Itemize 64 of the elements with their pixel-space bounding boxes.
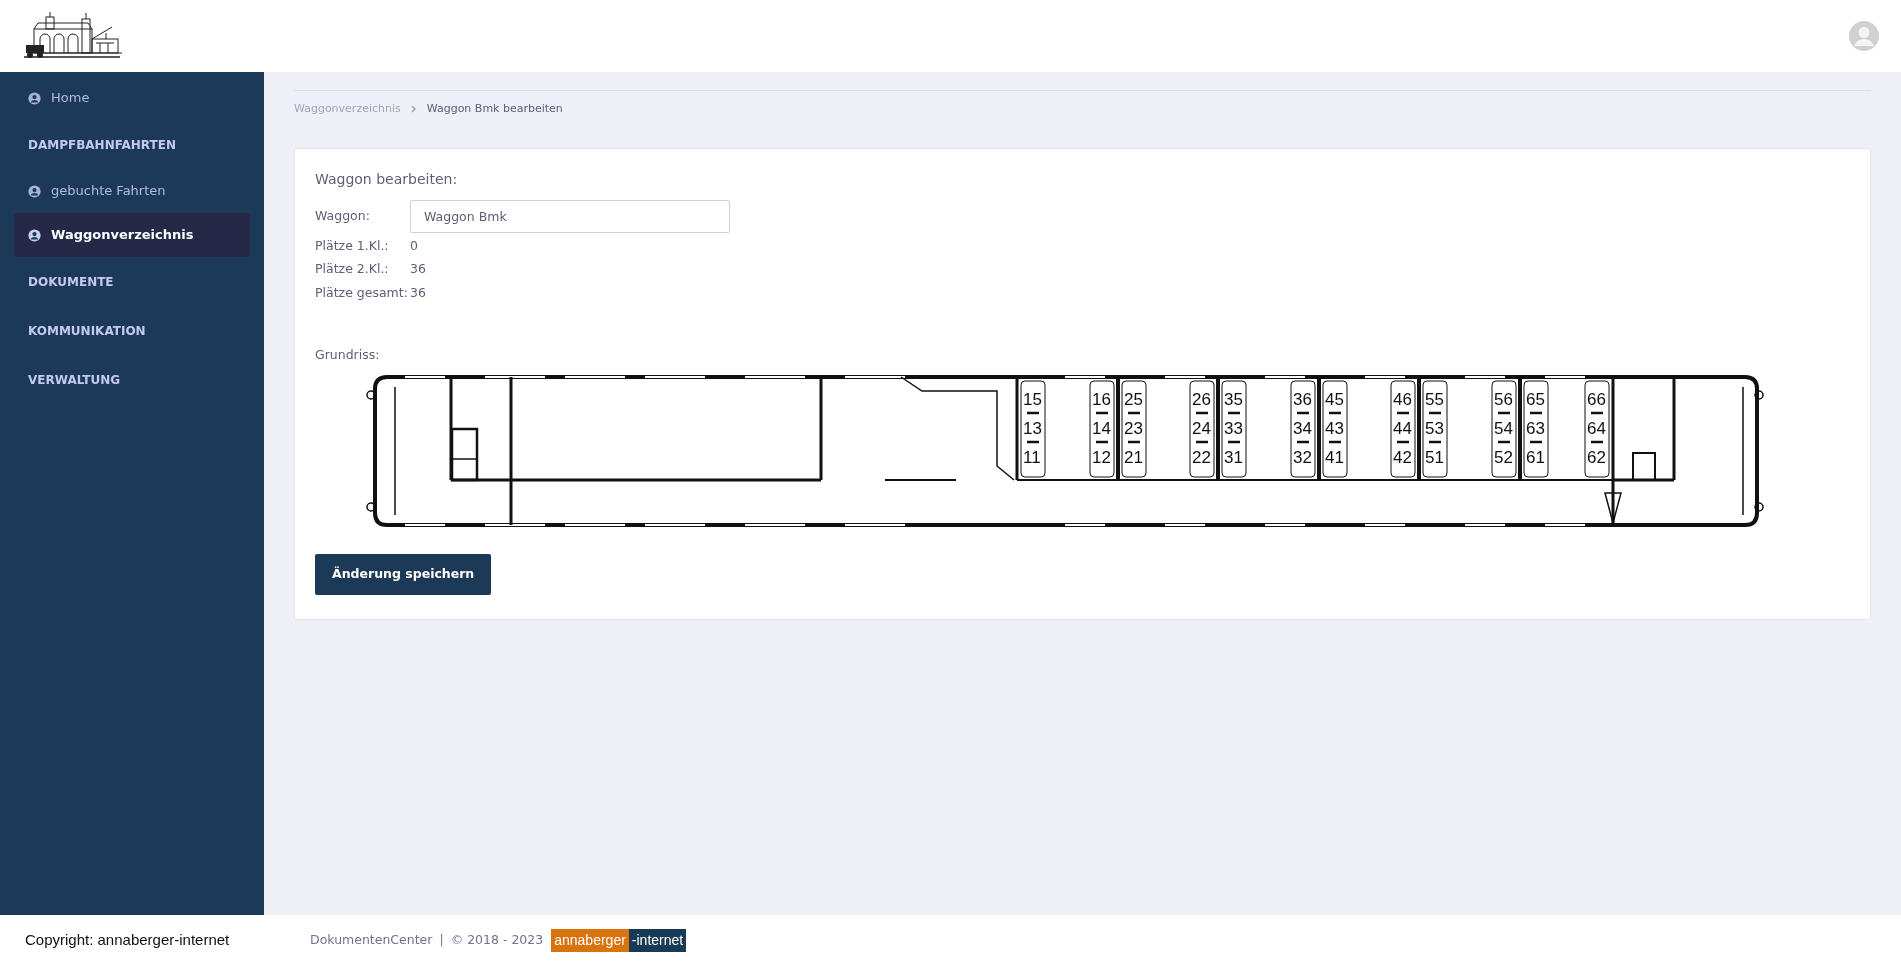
sidebar-section[interactable]: VERWALTUNG (14, 355, 250, 404)
copyright-text: Copyright: annaberger-internet (24, 930, 231, 951)
seat-number: 15 (1023, 389, 1042, 409)
seat-number: 62 (1587, 447, 1606, 467)
seat-number: 54 (1494, 418, 1513, 438)
stat-label: Plätze 2.Kl.: (315, 260, 390, 279)
section-label: Grundriss: (315, 345, 381, 364)
seat-number: 41 (1325, 447, 1344, 467)
seat-number: 43 (1325, 418, 1344, 438)
breadcrumb-current: Waggon Bmk bearbeiten (426, 101, 563, 117)
seat-number: 42 (1393, 447, 1412, 467)
seat-number: 64 (1587, 418, 1606, 438)
seat-number: 56 (1494, 389, 1513, 409)
seat-number: 33 (1224, 418, 1243, 438)
stat-label: Plätze 1.Kl.: (315, 236, 390, 255)
seat-number: 55 (1425, 389, 1444, 409)
seat-number: 26 (1192, 389, 1211, 409)
chevron-right-icon (410, 105, 417, 114)
footer-separator: | (439, 931, 444, 950)
sidebar-item[interactable]: gebuchte Fahrten (14, 169, 250, 213)
user-icon (28, 228, 41, 242)
seat-number: 52 (1494, 447, 1513, 467)
seat-number: 25 (1124, 389, 1143, 409)
seat-number: 12 (1092, 447, 1111, 467)
seat-number: 51 (1425, 447, 1444, 467)
seat-number: 14 (1092, 418, 1111, 438)
seat-number: 32 (1293, 447, 1312, 467)
sidebar-item[interactable]: Waggonverzeichnis (14, 213, 250, 257)
stat-value: 36 (410, 260, 426, 279)
seat-number: 34 (1293, 418, 1312, 438)
field-label: Waggon: (315, 206, 371, 225)
seat-number: 24 (1192, 418, 1211, 438)
seat-number: 45 (1325, 389, 1344, 409)
sidebar-item[interactable]: Home (14, 76, 250, 120)
user-icon (28, 91, 41, 105)
seat-number: 31 (1224, 447, 1243, 467)
seat-number: 11 (1023, 447, 1041, 467)
seat-number: 21 (1124, 447, 1143, 467)
seat-number: 23 (1124, 418, 1143, 438)
seat-number: 13 (1023, 418, 1042, 438)
seat-number: 35 (1224, 389, 1243, 409)
seat-number: 66 (1587, 389, 1606, 409)
seat-number: 22 (1192, 447, 1211, 467)
seat-number: 36 (1293, 389, 1312, 409)
stat-value: 36 (410, 284, 426, 302)
seat-number: 53 (1425, 418, 1444, 438)
sidebar-section[interactable]: DOKUMENTE (14, 257, 250, 306)
seat-number: 46 (1393, 389, 1412, 409)
seat-number: 65 (1526, 389, 1545, 409)
save-button[interactable]: Änderung speichern (315, 553, 492, 595)
seat-number: 61 (1526, 447, 1545, 467)
user-icon (28, 184, 41, 198)
seat-number: 63 (1526, 418, 1545, 438)
sidebar-section[interactable]: KOMMUNIKATION (14, 306, 250, 355)
station-building-logo[interactable] (22, 11, 122, 61)
stat-label: Plätze gesamt: (315, 284, 409, 302)
waggon-input[interactable]: Waggon Bmk (410, 199, 730, 233)
seat-number: 16 (1092, 389, 1111, 409)
sidebar-section[interactable]: DAMPFBAHNFAHRTEN (14, 120, 250, 169)
app-name: DokumentenCenter (310, 931, 433, 950)
stat-value: 0 (410, 236, 418, 255)
card-title: Waggon bearbeiten: (315, 169, 459, 189)
copyright-years: © 2018 - 2023 (450, 931, 544, 950)
seat-number: 44 (1393, 418, 1412, 438)
